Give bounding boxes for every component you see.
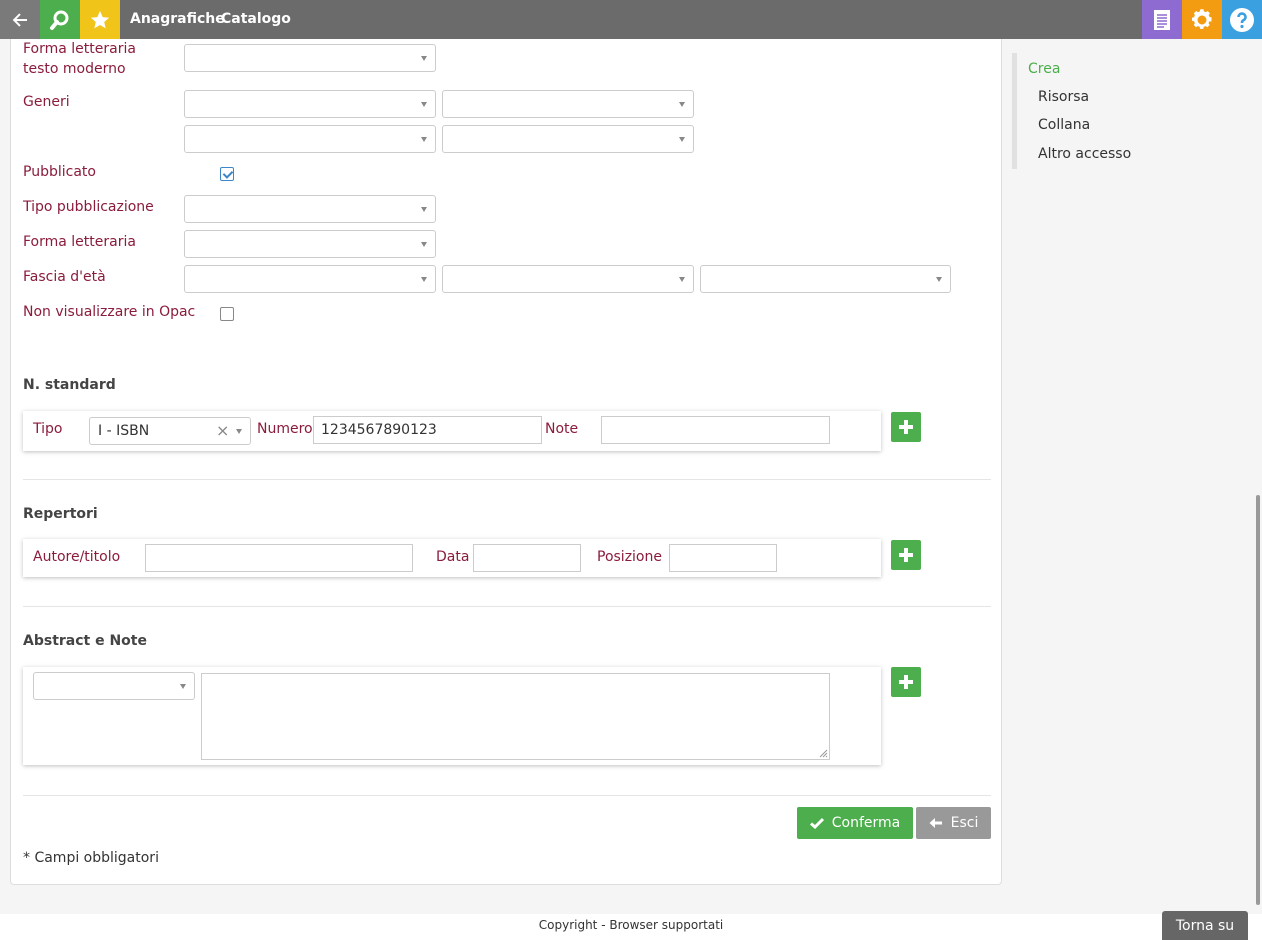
chevron-down-icon: [180, 684, 186, 689]
checkbox-pubblicato[interactable]: [220, 167, 234, 181]
repertori-card: Autore/titolo Data Posizione: [23, 539, 881, 577]
sidebar-item-altro-accesso[interactable]: Altro accesso: [1038, 146, 1131, 162]
select-genere-2[interactable]: [442, 90, 694, 118]
settings-button[interactable]: [1182, 0, 1222, 39]
select-fascia-eta-1[interactable]: [184, 265, 436, 293]
check-icon: [809, 817, 824, 829]
add-abstract-button[interactable]: [891, 667, 921, 697]
note-input[interactable]: [601, 416, 830, 444]
chevron-down-icon: [421, 242, 427, 247]
confirm-label: Conferma: [831, 815, 901, 831]
scrollbar-thumb[interactable]: [1256, 495, 1260, 905]
chevron-down-icon: [421, 137, 427, 142]
select-value: I - ISBN: [98, 423, 150, 439]
arrow-left-icon: [929, 818, 942, 828]
divider: [23, 479, 991, 480]
label-posizione: Posizione: [597, 549, 662, 565]
chevron-down-icon: [421, 277, 427, 282]
chevron-down-icon: [679, 277, 685, 282]
select-genere-3[interactable]: [184, 125, 436, 153]
gear-icon: [1192, 8, 1212, 29]
label-pubblicato: Pubblicato: [23, 164, 96, 180]
exit-button[interactable]: Esci: [916, 807, 991, 839]
label-forma-letteraria: Forma letteraria: [23, 234, 136, 250]
chevron-down-icon: [236, 429, 242, 434]
standard-card: Tipo I - ISBN × Numero 1234567890123 Not…: [23, 411, 881, 451]
sidebar-item-risorsa[interactable]: Risorsa: [1038, 89, 1089, 105]
label-forma-letteraria-testo-moderno: Forma letteraria testo moderno: [23, 41, 136, 77]
posizione-input[interactable]: [669, 544, 777, 572]
label-note: Note: [545, 421, 579, 437]
chevron-down-icon: [421, 102, 427, 107]
favorites-button[interactable]: [80, 0, 120, 39]
abstract-card: [23, 667, 881, 765]
select-genere-1[interactable]: [184, 90, 436, 118]
autore-titolo-input[interactable]: [145, 544, 413, 572]
menu-catalogo[interactable]: Catalogo: [221, 0, 291, 39]
add-standard-button[interactable]: [891, 412, 921, 442]
label-fascia-eta: Fascia d'età: [23, 269, 106, 285]
select-fascia-eta-2[interactable]: [442, 265, 694, 293]
label-numero: Numero: [257, 421, 313, 437]
select-abstract-type[interactable]: [33, 672, 195, 700]
select-tipo-standard[interactable]: I - ISBN ×: [89, 417, 251, 445]
select-tipo-pubblicazione[interactable]: [184, 195, 436, 223]
help-button[interactable]: [1222, 0, 1262, 39]
select-forma-letteraria-testo-moderno[interactable]: [184, 44, 436, 72]
section-title-abstract: Abstract e Note: [23, 633, 147, 649]
divider: [23, 606, 991, 607]
label-generi: Generi: [23, 94, 70, 110]
add-repertorio-button[interactable]: [891, 540, 921, 570]
clear-icon[interactable]: ×: [216, 421, 229, 440]
checkbox-non-visualizzare-opac[interactable]: [220, 307, 234, 321]
label-tipo-pubblicazione: Tipo pubblicazione: [23, 199, 154, 215]
search-button[interactable]: [40, 0, 80, 39]
help-icon: [1230, 7, 1254, 32]
search-icon: [50, 10, 69, 30]
data-input[interactable]: [473, 544, 581, 572]
sidebar-rail: [1012, 53, 1017, 169]
document-icon: [1154, 9, 1170, 30]
label-non-visualizzare-opac: Non visualizzare in Opac: [23, 304, 196, 320]
label-tipo: Tipo: [33, 421, 63, 437]
chevron-down-icon: [936, 277, 942, 282]
label-autore-titolo: Autore/titolo: [33, 549, 121, 565]
select-genere-4[interactable]: [442, 125, 694, 153]
document-button[interactable]: [1142, 0, 1182, 39]
select-fascia-eta-3[interactable]: [700, 265, 951, 293]
exit-label: Esci: [950, 815, 979, 831]
section-title-repertori: Repertori: [23, 506, 98, 522]
divider: [23, 795, 991, 796]
star-icon: [90, 10, 110, 28]
abstract-textarea[interactable]: [201, 673, 830, 760]
required-fields-note: * Campi obbligatori: [23, 850, 159, 866]
back-arrow-icon: [12, 12, 27, 27]
back-button[interactable]: [0, 0, 40, 39]
back-to-top-button[interactable]: Torna su: [1162, 911, 1248, 940]
resize-handle-icon[interactable]: [818, 748, 828, 758]
menu-anagrafiche[interactable]: Anagrafiche: [130, 0, 225, 39]
select-forma-letteraria[interactable]: [184, 230, 436, 258]
confirm-button[interactable]: Conferma: [797, 807, 913, 839]
form-panel: Forma letteraria testo moderno Generi Pu…: [10, 39, 1002, 885]
chevron-down-icon: [421, 56, 427, 61]
chevron-down-icon: [679, 102, 685, 107]
chevron-down-icon: [679, 137, 685, 142]
sidebar-heading-crea[interactable]: Crea: [1028, 61, 1060, 77]
chevron-down-icon: [421, 207, 427, 212]
numero-input[interactable]: 1234567890123: [313, 416, 542, 444]
top-bar: Anagrafiche Catalogo: [0, 0, 1262, 39]
sidebar-item-collana[interactable]: Collana: [1038, 117, 1090, 133]
section-title-standard: N. standard: [23, 377, 116, 393]
label-data: Data: [436, 549, 470, 565]
footer-text[interactable]: Copyright - Browser supportati: [0, 918, 1262, 932]
